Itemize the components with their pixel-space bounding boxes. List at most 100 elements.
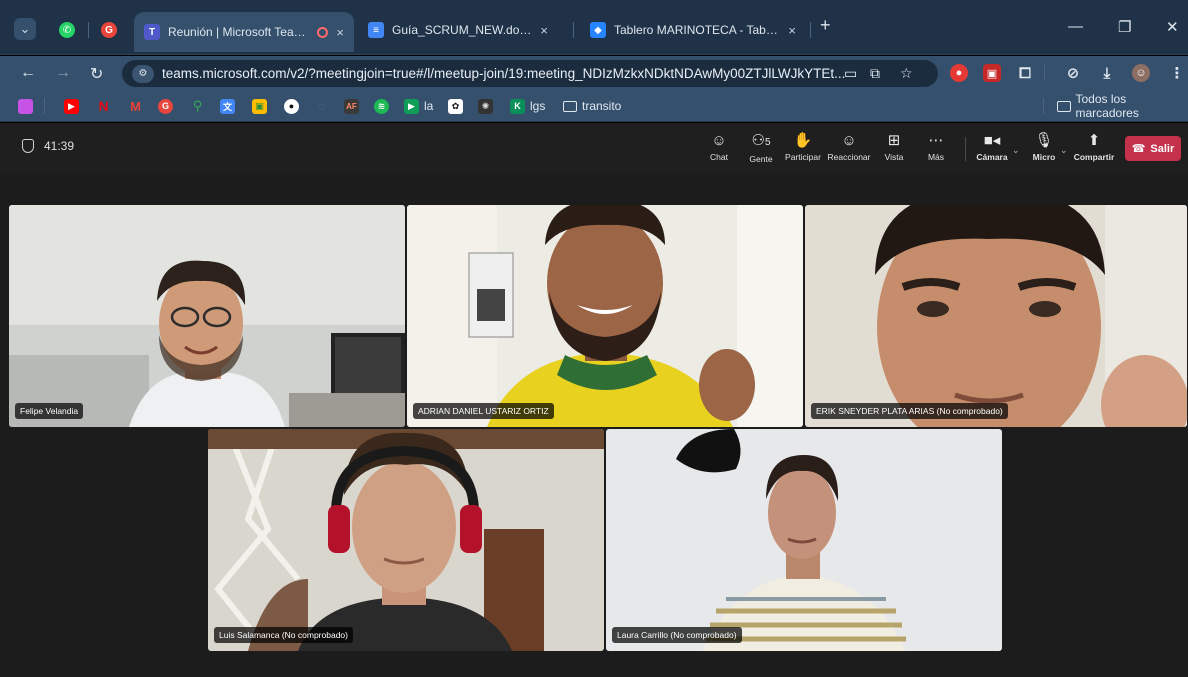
mic-options-chevron-icon[interactable]: ⌄: [1060, 145, 1068, 156]
close-tab-icon[interactable]: ×: [788, 23, 796, 38]
bookmark-pattern[interactable]: ✺: [478, 98, 493, 114]
meeting-info-icon[interactable]: [22, 139, 34, 153]
bookmark-star-icon[interactable]: ☆: [900, 65, 913, 82]
maps-icon: ⚲: [192, 98, 203, 113]
tab-chrome-app[interactable]: G: [92, 14, 126, 46]
profile-avatar[interactable]: ☺: [1132, 64, 1150, 82]
back-icon[interactable]: ←: [20, 64, 36, 82]
tab-search-chevron-icon[interactable]: ⌄: [14, 18, 36, 40]
bookmark-translate[interactable]: 文: [220, 98, 235, 114]
more-button[interactable]: ⋯ Más: [912, 132, 960, 163]
tab-whatsapp[interactable]: ✆: [50, 14, 84, 46]
install-app-icon[interactable]: ⧉: [870, 65, 880, 82]
tab-teams-meeting[interactable]: T Reunión | Microsoft Teams ×: [134, 12, 354, 52]
raise-hand-label: Participar: [785, 152, 821, 162]
raise-hand-icon: ✋: [793, 132, 813, 149]
participant-tile[interactable]: ERIK SNEYDER PLATA ARIAS (No comprobado): [805, 205, 1187, 427]
bookmark-youtube[interactable]: ▶: [64, 98, 79, 114]
netflix-icon: N: [98, 98, 109, 114]
whatsapp-icon: ✆: [59, 22, 75, 38]
translate-icon: 文: [220, 98, 235, 114]
people-button[interactable]: ⚇5 Gente: [737, 132, 785, 165]
app-icon: [18, 98, 33, 114]
participant-name: ADRIAN DANIEL USTARIZ ORTIZ: [413, 403, 554, 419]
bookmark-link[interactable]: ◌: [314, 98, 329, 114]
bookmark-maps[interactable]: ⚲: [190, 98, 205, 114]
tab-jira-board[interactable]: ◆ Tablero MARINOTECA - Tablero ×: [580, 14, 806, 46]
bookmark-netflix[interactable]: N: [96, 98, 111, 114]
elapsed-time: 41:39: [44, 139, 75, 153]
browser-menu-icon[interactable]: ⋮: [1168, 64, 1186, 82]
bookmark-lgs[interactable]: Klgs: [510, 98, 545, 114]
meeting-control-bar: 41:39 ☺ Chat ⚇5 Gente ✋ Participar ☺ Rea…: [0, 123, 1188, 173]
bookmark-gmail[interactable]: M: [128, 98, 143, 114]
performance-icon[interactable]: ⊘: [1064, 64, 1082, 82]
teams-icon: T: [144, 24, 160, 40]
extensions-puzzle-icon[interactable]: ⧠: [1016, 64, 1034, 82]
chrome-icon: G: [158, 98, 173, 114]
chrome-app-icon: G: [101, 22, 117, 38]
bookmark-la[interactable]: ▶ la: [404, 98, 433, 114]
phone-hangup-icon: ☎: [1131, 143, 1146, 155]
participant-name: ERIK SNEYDER PLATA ARIAS (No comprobado): [811, 403, 1008, 419]
cast-icon[interactable]: ▭: [844, 65, 857, 82]
tab-title: Guía_SCRUM_NEW.docx - Docu: [392, 23, 532, 37]
browser-tab-strip: ⌄ ✆ G T Reunión | Microsoft Teams × ≡ Gu…: [0, 0, 1188, 55]
participant-name: Felipe Velandia: [15, 403, 84, 419]
chat-button[interactable]: ☺ Chat: [695, 133, 743, 163]
extension-grid-icon[interactable]: ▣: [983, 64, 1001, 82]
bookmark-chrome[interactable]: G: [158, 98, 173, 114]
raise-hand-button[interactable]: ✋ Participar: [779, 132, 827, 163]
view-button[interactable]: ⊞ Vista: [870, 133, 918, 163]
bookmark-spotify[interactable]: ≋: [374, 98, 389, 114]
forward-icon[interactable]: →: [55, 64, 71, 82]
leave-button[interactable]: ☎ Salir: [1125, 136, 1181, 161]
bookmark-app[interactable]: [18, 98, 33, 114]
control-divider: [965, 137, 966, 161]
browser-toolbar: ← → ↻ ⚙ teams.microsoft.com/v2/?meetingj…: [0, 56, 1188, 90]
url-text[interactable]: teams.microsoft.com/v2/?meetingjoin=true…: [162, 66, 845, 81]
site-info-icon[interactable]: ⚙: [132, 64, 154, 83]
k-icon: K: [510, 98, 525, 114]
bookmark-classroom[interactable]: ▣: [252, 98, 267, 114]
camera-button[interactable]: ■◂ Cámara: [968, 133, 1016, 163]
close-tab-icon[interactable]: ×: [336, 25, 344, 40]
bookmark-openai[interactable]: ✿: [448, 98, 463, 114]
bookmark-github[interactable]: ●: [284, 98, 299, 114]
more-icon: ⋯: [928, 132, 944, 149]
bookmark-folder-transito[interactable]: transito: [563, 98, 621, 114]
sheet-icon: ▶: [404, 98, 419, 114]
bookmark-divider: [44, 98, 45, 114]
bookmark-af[interactable]: AF: [344, 98, 359, 114]
share-icon: ⬆: [1087, 132, 1101, 149]
tab-divider: [573, 22, 574, 38]
bookmarks-bar: ▶ N M G ⚲ 文 ▣ ● ◌ AF ≋ ▶ la ✿ ✺ Klgs tran…: [0, 90, 1188, 122]
close-tab-icon[interactable]: ×: [540, 23, 548, 38]
participant-name: Laura Carrillo (No comprobado): [612, 627, 742, 643]
react-button[interactable]: ☺ Reaccionar: [825, 133, 873, 163]
address-bar[interactable]: ⚙ teams.microsoft.com/v2/?meetingjoin=tr…: [122, 60, 938, 87]
participant-video: [606, 429, 1002, 651]
people-count: 5: [764, 137, 771, 148]
github-icon: ●: [284, 98, 299, 114]
share-button[interactable]: ⬆ Compartir: [1070, 132, 1118, 163]
participant-tile[interactable]: Luis Salamanca (No comprobado): [208, 429, 604, 651]
all-bookmarks-folder[interactable]: Todos los marcadores: [1057, 92, 1188, 120]
participant-video: [208, 429, 604, 651]
people-icon: ⚇5: [751, 132, 771, 149]
restore-icon[interactable]: ❐: [1118, 18, 1131, 36]
spotify-icon: ≋: [374, 98, 389, 114]
participant-tile[interactable]: Laura Carrillo (No comprobado): [606, 429, 1002, 651]
participant-tile[interactable]: Felipe Velandia: [9, 205, 405, 427]
minimize-icon[interactable]: —: [1068, 18, 1083, 35]
share-label: Compartir: [1073, 152, 1115, 162]
reload-icon[interactable]: ↻: [90, 64, 103, 84]
extension-shield-icon[interactable]: ●: [950, 64, 968, 82]
download-icon[interactable]: ⤓: [1098, 64, 1116, 82]
participant-tile[interactable]: ADRIAN DANIEL USTARIZ ORTIZ: [407, 205, 803, 427]
camera-options-chevron-icon[interactable]: ⌄: [1012, 145, 1020, 156]
tab-google-doc[interactable]: ≡ Guía_SCRUM_NEW.docx - Docu ×: [358, 14, 558, 46]
close-window-icon[interactable]: ✕: [1166, 18, 1179, 36]
new-tab-button[interactable]: +: [820, 15, 831, 36]
people-label: Gente: [749, 154, 773, 164]
